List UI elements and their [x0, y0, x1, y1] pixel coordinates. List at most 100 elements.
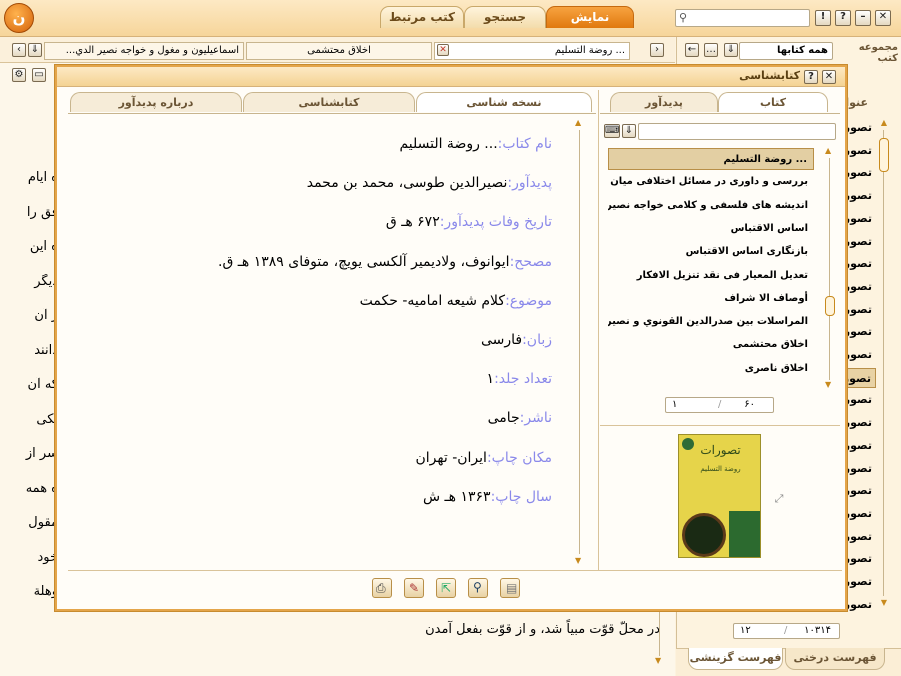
- book-list-item[interactable]: اساس الاقتباس: [608, 218, 814, 240]
- keyboard-icon[interactable]: ⌨: [604, 124, 620, 138]
- detail-label: زبان:: [522, 332, 552, 348]
- main-scroll-down-icon[interactable]: ▼: [655, 656, 661, 665]
- book-list-item[interactable]: بررسی و داوری در مسائل اختلافی میان د ..…: [608, 171, 814, 193]
- dialog-help-button[interactable]: ?: [804, 70, 818, 84]
- background-text-line: ه ایام: [27, 170, 58, 185]
- dialog-toolbar: ⎙ ✎ ⇱ ⚲ ▤: [372, 578, 532, 600]
- tab-bibliography[interactable]: کتابشناسی: [243, 92, 415, 112]
- book-list-item[interactable]: تعديل المعيار فى نقد تنزيل الافكار: [608, 265, 814, 287]
- print-icon: ⎙: [376, 581, 386, 595]
- book-list-scrollbar[interactable]: ▲ ▼: [824, 146, 836, 390]
- right-pager[interactable]: ۱۲ / ۱۰۳۱۴: [733, 623, 840, 639]
- back-arrow-button[interactable]: ←: [685, 43, 699, 57]
- detail-value: فارسی: [480, 332, 523, 348]
- details-list: نام کتاب:... روضة التسليم پدیدآور:نصیرالد…: [68, 120, 568, 560]
- book-list-item[interactable]: اخلاق محتشمی: [608, 334, 814, 356]
- detail-label: مکان چاپ:: [486, 449, 552, 466]
- search-icon: ⚲: [679, 11, 688, 24]
- detail-value: ایوانوف، ولادیمیر آلکسی یویچ، متوفای ۱۳۸…: [218, 253, 510, 270]
- edit-button[interactable]: ✎: [404, 578, 424, 598]
- tab-selective-index[interactable]: فهرست گزینشی: [688, 648, 783, 670]
- close-button[interactable]: ✕: [875, 10, 891, 26]
- detail-row: سال چاپ:۱۳۶۳ هـ ش: [423, 489, 552, 505]
- detail-row: نام کتاب:... روضة التسليم: [399, 136, 552, 152]
- background-text-line: دانند: [34, 342, 58, 358]
- book-list: ... روضة التسليم بررسی و داوری در مسائل ا…: [600, 148, 822, 378]
- doc-tab-2[interactable]: اخلاق محتشمی: [246, 42, 432, 60]
- info-button[interactable]: !: [815, 10, 831, 26]
- cover-subtitle: روضة التسليم: [700, 465, 741, 473]
- details-scroll-up-icon[interactable]: ▲: [575, 118, 581, 127]
- main-scrollbar[interactable]: ▼: [654, 612, 666, 668]
- book-list-item[interactable]: بازنگاری اساس الاقتباس: [608, 241, 814, 263]
- scroll-up-icon[interactable]: ▲: [879, 118, 889, 128]
- collection-dropdown-icon[interactable]: ⇓: [724, 43, 738, 57]
- doc-tab-1-label: ... روضة التسليم: [554, 45, 625, 56]
- book-list-item[interactable]: المراسلات بين صدرالدين القونوي و نصیر ..…: [608, 311, 814, 333]
- detail-value: کلام شیعه امامیه- حکمت: [359, 292, 506, 309]
- tab-manuscript[interactable]: نسخه شناسی: [416, 92, 592, 112]
- collection-select[interactable]: همه کتابها: [739, 42, 833, 60]
- dialog-close-button[interactable]: ✕: [822, 70, 836, 84]
- background-text-line: وهلة: [33, 584, 58, 599]
- scroll-right-button[interactable]: ›: [650, 43, 664, 57]
- detail-label: نام کتاب:: [497, 136, 552, 152]
- collection-label: مجموعه کتب: [858, 42, 898, 64]
- background-text-line: ر آن: [34, 308, 58, 323]
- doc-list-button[interactable]: ⇓: [28, 43, 42, 57]
- minimize-button[interactable]: –: [855, 10, 871, 26]
- scroll-down-icon[interactable]: ▼: [879, 598, 889, 608]
- help-button[interactable]: ?: [835, 10, 851, 26]
- book-filter-input[interactable]: [638, 123, 836, 140]
- book-scroll-up-icon[interactable]: ▲: [825, 146, 831, 155]
- book-list-item[interactable]: أوصاف الا شراف: [608, 288, 814, 310]
- tool-settings-icon[interactable]: ⚙: [12, 68, 26, 82]
- tab-creator[interactable]: پدیدآور: [610, 92, 718, 112]
- details-scroll-down-icon[interactable]: ▼: [575, 556, 581, 565]
- cover-ornament: [682, 513, 726, 557]
- background-text-line: دیگر: [34, 273, 58, 289]
- book-list-item[interactable]: ... روضة التسليم: [608, 148, 814, 170]
- book-scroll-thumb[interactable]: [825, 296, 835, 316]
- pager-total: ۱۰۳۱۴: [804, 625, 831, 636]
- search-button[interactable]: ⚲: [468, 578, 488, 598]
- background-text-line: ه همه: [25, 480, 58, 496]
- scroll-thumb[interactable]: [879, 138, 889, 172]
- tab-search[interactable]: جستجو: [464, 6, 546, 28]
- tab-book[interactable]: کتاب: [718, 92, 828, 112]
- detail-row: ناشر:جامی: [488, 410, 552, 426]
- dialog-title: کتابشناسی: [739, 69, 800, 82]
- doc-tab-1[interactable]: ✕ ... روضة التسليم: [434, 42, 630, 60]
- book-list-pager[interactable]: ۱ / ۶۰: [665, 397, 774, 413]
- tab-tree-index[interactable]: فهرست درختی: [785, 648, 885, 670]
- book-cover-image[interactable]: تصورات روضة التسليم: [678, 434, 761, 558]
- detail-value: ایران- تهران: [415, 449, 487, 466]
- detail-value: ۱۳۶۳ هـ ش: [423, 488, 491, 505]
- print-button[interactable]: ⎙: [372, 578, 392, 598]
- tab-related-books[interactable]: کتب مرتبط: [380, 6, 464, 28]
- top-search-field[interactable]: ⚲: [675, 9, 810, 27]
- doc-tab-3[interactable]: اسماعیلیون و مغول و خواجه نصیر الدي...: [44, 42, 244, 60]
- detail-row: مصحح:ایوانوف، ولادیمیر آلکسی یویچ، متوفا…: [218, 254, 552, 270]
- book-pager-total: ۶۰: [744, 399, 755, 410]
- book-scroll-down-icon[interactable]: ▼: [825, 380, 831, 389]
- close-tab-icon[interactable]: ✕: [437, 44, 449, 56]
- tab-about-creator[interactable]: درباره پدیدآور: [70, 92, 242, 112]
- right-scrollbar[interactable]: ▲ ▼: [878, 118, 890, 608]
- notes-icon: ▤: [506, 581, 518, 595]
- detail-row: زبان:فارسی: [481, 332, 552, 348]
- notes-button[interactable]: ▤: [500, 578, 520, 598]
- app-logo[interactable]: ن: [4, 3, 34, 33]
- details-scrollbar[interactable]: ▲ ▼: [574, 118, 586, 566]
- filter-dropdown-icon[interactable]: ⇓: [622, 124, 636, 138]
- background-text-line: که آن: [27, 377, 58, 392]
- export-button[interactable]: ⇱: [436, 578, 456, 598]
- detail-value: ۱: [486, 371, 495, 388]
- scroll-left-button[interactable]: ‹: [12, 43, 26, 57]
- book-list-item[interactable]: اندیشه های فلسفی و کلامی خواجه نصیر ا ..…: [608, 195, 814, 217]
- more-options-button[interactable]: …: [704, 43, 718, 57]
- book-list-item[interactable]: اخلاق ناصری: [608, 358, 814, 380]
- enlarge-cover-icon[interactable]: ⤢: [772, 492, 786, 506]
- tab-display[interactable]: نمایش: [546, 6, 634, 28]
- tool-view-icon[interactable]: ▭: [32, 68, 46, 82]
